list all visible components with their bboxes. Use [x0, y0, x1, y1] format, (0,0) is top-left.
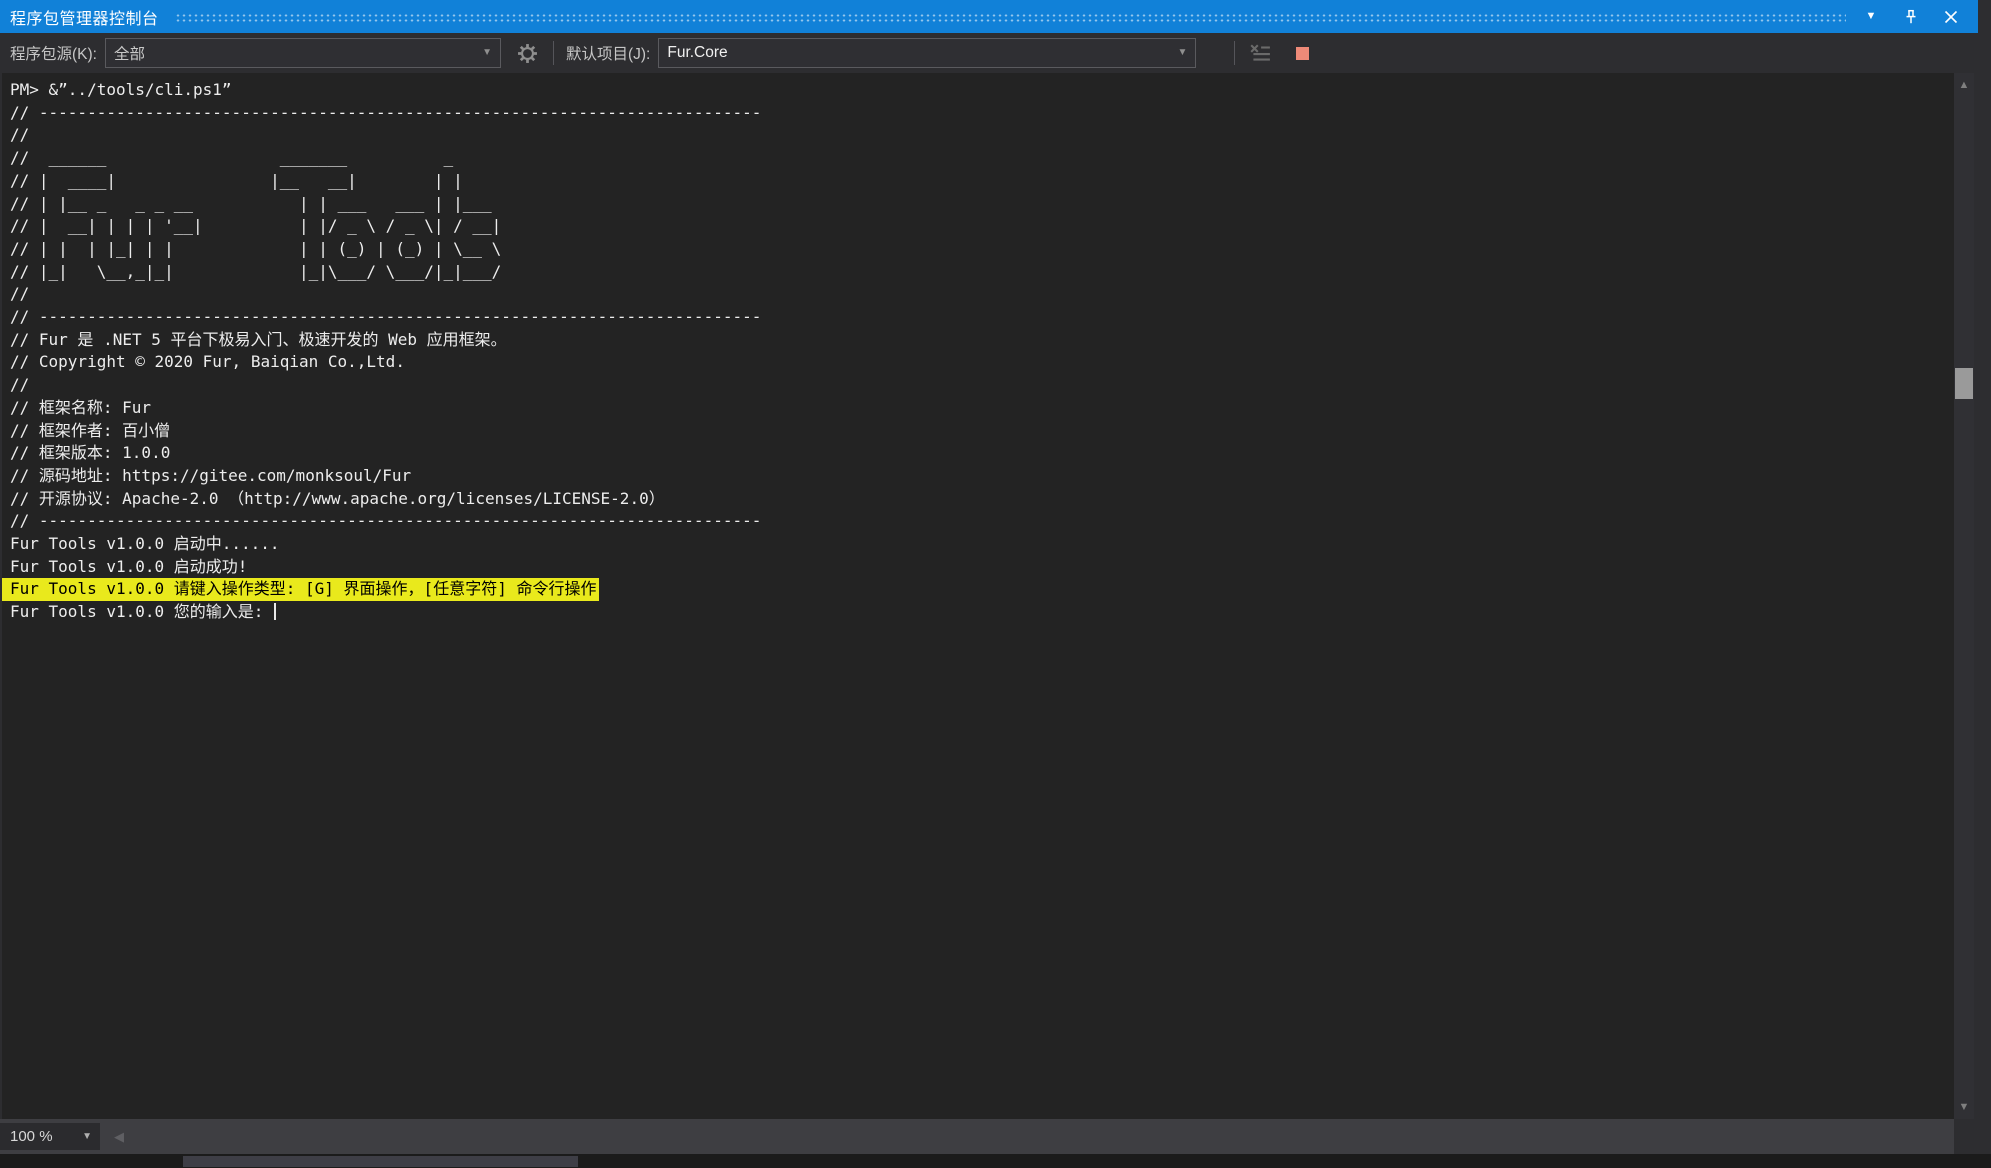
console-line: // | | | |_| | | | | (_) | (_) | \__ \ — [2, 238, 1954, 261]
scroll-up-arrow-icon[interactable]: ▲ — [1954, 75, 1974, 95]
console-line: // | |__ _ _ _ __ | | ___ ___ | |___ — [2, 193, 1954, 216]
chevron-down-icon: ▼ — [82, 1132, 92, 1142]
package-manager-console-window: 程序包管理器控制台 ▼ — [0, 0, 1991, 1168]
console-line: // 框架作者: 百小僧 — [2, 420, 1954, 443]
zoom-level-dropdown[interactable]: 100 % ▼ — [0, 1123, 100, 1150]
console-line: Fur Tools v1.0.0 您的输入是: — [2, 601, 1954, 624]
console-line: // Copyright © 2020 Fur, Baiqian Co.,Ltd… — [2, 351, 1954, 374]
console-line: // -------------------------------------… — [2, 306, 1954, 329]
console-line: // Fur 是 .NET 5 平台下极易入门、极速开发的 Web 应用框架。 — [2, 329, 1954, 352]
console-line: // |_| \__,_|_| |_|\___/ \___/|_|___/ — [2, 261, 1954, 284]
window-position-button[interactable]: ▼ — [1862, 8, 1880, 26]
vertical-scrollbar-thumb[interactable] — [1955, 368, 1973, 399]
default-project-label: 默认项目(J): — [566, 42, 650, 64]
console-main-row: PM> &”../tools/cli.ps1”// --------------… — [0, 73, 1991, 1119]
scrollbar-corner — [1954, 1119, 1991, 1154]
console-line: Fur Tools v1.0.0 启动成功! — [2, 556, 1954, 579]
default-project-dropdown[interactable]: Fur.Core ▼ — [658, 38, 1196, 68]
close-button[interactable] — [1942, 8, 1960, 26]
clear-console-icon — [1249, 44, 1271, 62]
stop-icon — [1296, 47, 1309, 60]
console-output[interactable]: PM> &”../tools/cli.ps1”// --------------… — [0, 73, 1954, 1119]
toolbar-separator — [1234, 41, 1235, 65]
toolbar-row: 程序包源(K): 全部 ▼ 默认项目(J): — [0, 33, 1991, 73]
console-toolbar: 程序包源(K): 全部 ▼ 默认项目(J): — [0, 33, 1978, 73]
window-right-edge — [1978, 33, 1991, 73]
console-line: Fur Tools v1.0.0 启动中...... — [2, 533, 1954, 556]
console-line: // 框架名称: Fur — [2, 397, 1954, 420]
gear-icon — [517, 43, 538, 64]
window-title: 程序包管理器控制台 — [10, 5, 159, 29]
chevron-down-icon: ▼ — [1866, 11, 1877, 22]
default-project-value: Fur.Core — [667, 44, 727, 62]
console-bottom-bar: 100 % ▼ ◀ — [0, 1119, 1991, 1154]
console-line: // | ____| |__ __| | | — [2, 170, 1954, 193]
console-line: // — [2, 374, 1954, 397]
console-line: // — [2, 283, 1954, 306]
console-line: // | __| | | | '__| | |/ _ \ / _ \| / __… — [2, 215, 1954, 238]
console-line: // 源码地址: https://gitee.com/monksoul/Fur — [2, 465, 1954, 488]
package-source-value: 全部 — [114, 42, 145, 64]
titlebar-icons: ▼ — [1862, 8, 1960, 26]
console-line: PM> &”../tools/cli.ps1” — [2, 79, 1954, 102]
bottom-edge-segment — [183, 1156, 578, 1167]
chevron-down-icon: ▼ — [482, 48, 492, 58]
console-line: // ______ _______ _ — [2, 147, 1954, 170]
package-source-settings-button[interactable] — [515, 40, 541, 66]
pin-icon — [1903, 9, 1919, 25]
console-line: // 框架版本: 1.0.0 — [2, 442, 1954, 465]
package-source-label: 程序包源(K): — [10, 42, 97, 64]
vertical-scrollbar[interactable]: ▲ ▼ — [1954, 73, 1974, 1119]
close-icon — [1944, 10, 1958, 24]
console-line: Fur Tools v1.0.0 请键入操作类型: [G] 界面操作，[任意字符… — [2, 578, 599, 601]
console-line: // — [2, 124, 1954, 147]
text-cursor — [274, 603, 276, 620]
window-right-edge — [1974, 73, 1991, 1119]
package-source-dropdown[interactable]: 全部 ▼ — [105, 38, 501, 68]
scroll-down-arrow-icon[interactable]: ▼ — [1954, 1097, 1974, 1117]
window-right-edge — [1978, 0, 1991, 33]
console-line: // -------------------------------------… — [2, 510, 1954, 533]
clear-console-button[interactable] — [1247, 40, 1273, 66]
zoom-level-value: 100 % — [10, 1128, 53, 1145]
chevron-down-icon: ▼ — [1177, 48, 1187, 58]
console-line: // 开源协议: Apache-2.0 （http://www.apache.o… — [2, 488, 1954, 511]
pin-button[interactable] — [1902, 8, 1920, 26]
titlebar-grip[interactable] — [175, 13, 1846, 23]
window-bottom-edge — [0, 1154, 1991, 1168]
toolbar-separator — [553, 41, 554, 65]
scroll-left-arrow-icon[interactable]: ◀ — [114, 1129, 124, 1145]
console-line: // -------------------------------------… — [2, 102, 1954, 125]
titlebar: 程序包管理器控制台 ▼ — [0, 0, 1978, 33]
titlebar-row: 程序包管理器控制台 ▼ — [0, 0, 1991, 33]
stop-button[interactable] — [1289, 40, 1315, 66]
